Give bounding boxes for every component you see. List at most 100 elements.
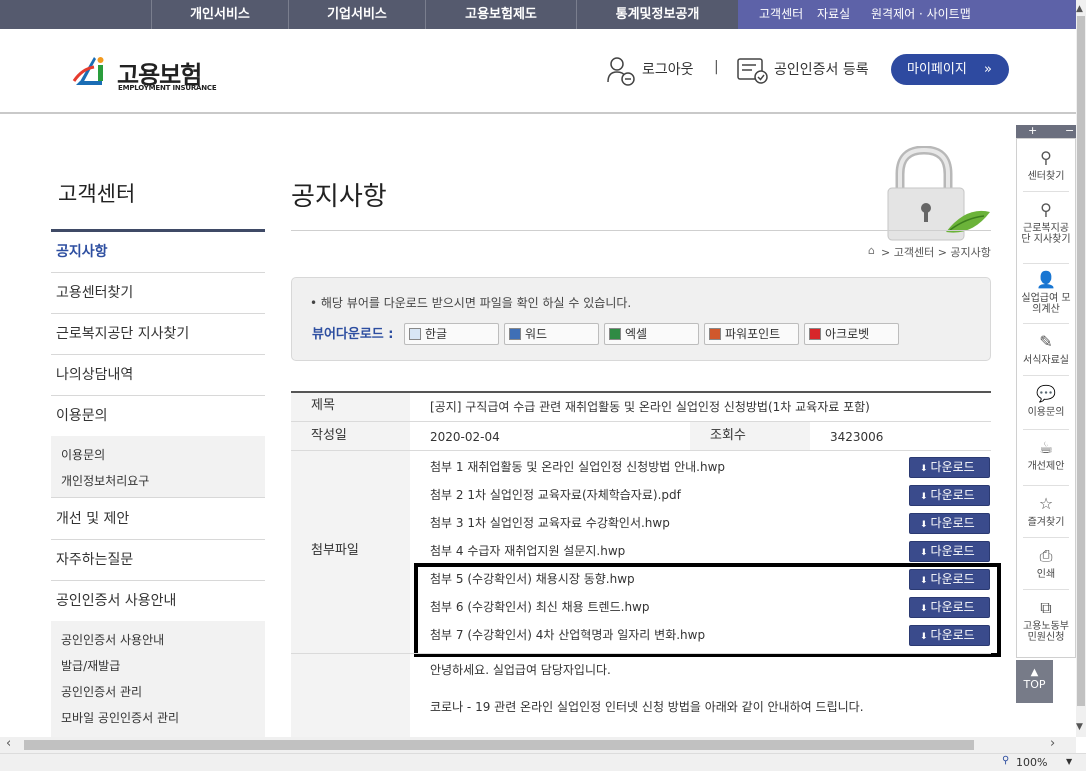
- quickmenu-print[interactable]: ⎙ 인쇄: [1017, 547, 1075, 581]
- sidebar-item-faq[interactable]: 자주하는질문: [51, 540, 265, 581]
- viewer-word-label: 워드: [525, 327, 548, 341]
- zoom-magnifier-icon: ⚲: [1002, 755, 1010, 766]
- logout-link[interactable]: 로그아웃: [642, 59, 694, 79]
- sidebar-subitem-privacy-request[interactable]: 개인정보처리요구: [61, 472, 149, 489]
- sidebar-subitem-mobile-cert[interactable]: 모바일 공인인증서 관리: [61, 709, 179, 726]
- zoom-in-icon[interactable]: +: [1028, 125, 1037, 137]
- attachment-link-1[interactable]: 첨부 1 재취업활동 및 온라인 실업인정 신청방법 안내.hwp: [430, 458, 725, 475]
- star-icon: ☆: [1038, 494, 1054, 513]
- quickmenu-label: 서식자료실: [1023, 355, 1069, 366]
- sidebar-item-welfare-branch[interactable]: 근로복지공단 지사찾기: [51, 314, 265, 355]
- sidebar-subitem-inquiry[interactable]: 이용문의: [61, 446, 105, 463]
- nav-personal-service[interactable]: 개인서비스: [151, 0, 288, 29]
- download-button-1[interactable]: ⬇ 다운로드: [909, 457, 990, 478]
- quickmenu-welfare-branch[interactable]: ⚲ 근로복지공단 지사찾기: [1017, 201, 1075, 246]
- quickmenu-suggestion[interactable]: ☕ 개선제안: [1017, 439, 1075, 473]
- site-header: 고용보험 EMPLOYMENT INSURANCE 로그아웃 | 공인인증서 등…: [0, 29, 1076, 114]
- quickmenu-label: 센터찾기: [1027, 171, 1065, 182]
- quickmenu-label: 개선제안: [1027, 461, 1065, 472]
- page-title: 공지사항: [291, 182, 387, 212]
- sidebar-item-inquiry[interactable]: 이용문의: [51, 396, 265, 437]
- download-icon: ⬇: [920, 520, 928, 530]
- sidebar-subitem-cert-manage[interactable]: 공인인증서 관리: [61, 683, 142, 700]
- home-icon[interactable]: ⌂: [868, 244, 875, 257]
- views-header: 조회수: [690, 422, 810, 450]
- attachment-link-4[interactable]: 첨부 4 수급자 재취업지원 설문지.hwp: [430, 542, 625, 559]
- nav-statistics[interactable]: 통계및정보공개: [576, 0, 738, 29]
- viewer-download-box: • 해당 뷰어를 다운로드 받으시면 파일을 확인 하실 수 있습니다. 뷰어다…: [291, 277, 991, 361]
- download-button-2[interactable]: ⬇ 다운로드: [909, 485, 990, 506]
- utility-bar: 고객센터 자료실 원격제어 · 사이트맵: [738, 0, 1076, 29]
- quickmenu-benefit-calc[interactable]: 👤 실업급여 모의계산: [1017, 270, 1075, 316]
- quickmenu-divider: [1023, 263, 1069, 264]
- cert-register-link[interactable]: 공인인증서 등록: [774, 59, 869, 79]
- horizontal-scrollbar[interactable]: ‹ ›: [0, 736, 1076, 753]
- breadcrumb: > 고객센터 > 공지사항: [881, 246, 991, 259]
- scroll-right-arrow-icon[interactable]: ›: [1050, 736, 1055, 751]
- horizontal-scroll-thumb[interactable]: [24, 740, 974, 750]
- viewer-hangul-button[interactable]: 한글: [404, 323, 499, 345]
- logo-subtext: EMPLOYMENT INSURANCE: [118, 84, 217, 92]
- nav-insurance-system[interactable]: 고용보험제도: [425, 0, 576, 29]
- zoom-level[interactable]: 100%: [1016, 756, 1047, 769]
- quickmenu-label: 근로복지공단 지사찾기: [1021, 223, 1071, 245]
- viewer-excel-button[interactable]: 엑셀: [604, 323, 699, 345]
- sidebar-item-cert-guide[interactable]: 공인인증서 사용안내: [51, 581, 265, 622]
- vertical-scroll-thumb[interactable]: [1077, 16, 1085, 706]
- sidebar-item-notice[interactable]: 공지사항: [51, 232, 265, 273]
- quickmenu-forms[interactable]: ✎ 서식자료실: [1017, 332, 1075, 367]
- attachment-link-3[interactable]: 첨부 3 1차 실업인정 교육자료 수강확인서.hwp: [430, 514, 670, 531]
- person-icon: 👤: [1036, 270, 1056, 289]
- sidebar-item-my-consultation[interactable]: 나의상담내역: [51, 355, 265, 396]
- download-label: 다운로드: [930, 460, 975, 474]
- download-label: 다운로드: [930, 544, 975, 558]
- quickmenu-label: 실업급여 모의계산: [1021, 293, 1071, 315]
- notice-date: 2020-02-04: [430, 430, 500, 444]
- sidebar-submenu-inquiry: 이용문의 개인정보처리요구: [51, 436, 265, 498]
- nav-business-service[interactable]: 기업서비스: [288, 0, 425, 29]
- status-bar: ⚲ 100% ▼: [0, 753, 1086, 771]
- date-header: 작성일: [291, 422, 410, 450]
- mypage-label: 마이페이지: [907, 62, 967, 77]
- zoom-dropdown-icon[interactable]: ▼: [1066, 757, 1072, 766]
- sidebar-subitem-issue[interactable]: 발급/재발급: [61, 657, 120, 674]
- scroll-left-arrow-icon[interactable]: ‹: [6, 736, 11, 751]
- zoom-out-icon[interactable]: −: [1065, 125, 1074, 137]
- util-data-room[interactable]: 자료실: [817, 0, 850, 29]
- viewer-powerpoint-label: 파워포인트: [725, 327, 781, 341]
- util-customer-center[interactable]: 고객센터: [759, 0, 803, 29]
- viewer-hangul-label: 한글: [425, 327, 448, 341]
- mypage-button[interactable]: 마이페이지 »: [891, 54, 1009, 85]
- sidebar-item-suggestion[interactable]: 개선 및 제안: [51, 499, 265, 540]
- scroll-up-arrow-icon[interactable]: ▲: [1076, 4, 1083, 14]
- download-icon: ⬇: [920, 492, 928, 502]
- logo-icon[interactable]: [72, 51, 112, 91]
- attachment-link-2[interactable]: 첨부 2 1차 실업인정 교육자료(자체학습자료).pdf: [430, 486, 681, 503]
- quickmenu-label: 이용문의: [1027, 407, 1065, 418]
- viewer-powerpoint-button[interactable]: 파워포인트: [704, 323, 799, 345]
- sidebar-item-center-search[interactable]: 고용센터찾기: [51, 273, 265, 314]
- quickmenu-inquiry[interactable]: 💬 이용문의: [1017, 385, 1075, 419]
- download-button-4[interactable]: ⬇ 다운로드: [909, 541, 990, 562]
- quickmenu-divider: [1023, 429, 1069, 430]
- certificate-icon[interactable]: [736, 55, 770, 85]
- quickmenu-favorites[interactable]: ☆ 즐겨찾기: [1017, 494, 1075, 529]
- viewer-acrobat-button[interactable]: 아크로벳: [804, 323, 899, 345]
- documents-icon: ⧉: [1040, 598, 1052, 617]
- quickmenu-divider: [1023, 537, 1069, 538]
- hangul-icon: [409, 328, 421, 340]
- scroll-down-arrow-icon[interactable]: ▼: [1076, 722, 1083, 732]
- viewer-word-button[interactable]: 워드: [504, 323, 599, 345]
- download-button-3[interactable]: ⬇ 다운로드: [909, 513, 990, 534]
- subject-header: 제목: [291, 393, 410, 421]
- edit-document-icon: ✎: [1039, 332, 1053, 351]
- download-icon: ⬇: [920, 548, 928, 558]
- util-remote-sitemap[interactable]: 원격제어 · 사이트맵: [871, 0, 971, 29]
- scroll-top-button[interactable]: ▲ TOP: [1016, 660, 1053, 703]
- sidebar-subitem-cert-guide[interactable]: 공인인증서 사용안내: [61, 631, 164, 648]
- quickmenu-center-search[interactable]: ⚲ 센터찾기: [1017, 149, 1075, 183]
- vertical-scrollbar[interactable]: ▲ ▼: [1076, 0, 1086, 737]
- quickmenu-labor-complaint[interactable]: ⧉ 고용노동부 민원신청: [1017, 598, 1075, 644]
- logout-user-icon[interactable]: [606, 55, 636, 87]
- word-icon: [509, 328, 521, 340]
